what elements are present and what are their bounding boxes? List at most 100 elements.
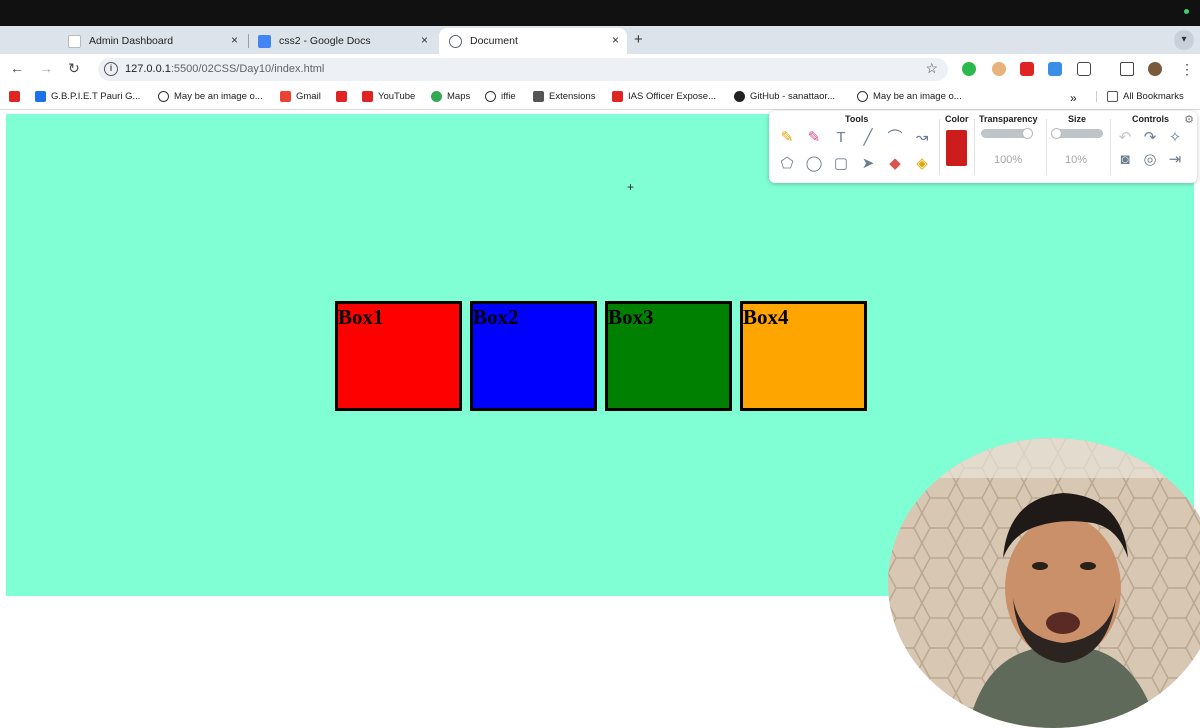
arrow-curve-tool-icon[interactable]: ↝ <box>912 128 932 148</box>
camera-icon[interactable]: ◙ <box>1115 150 1135 170</box>
box-3: Box3 <box>605 301 732 411</box>
recording-indicator-icon <box>1184 9 1189 14</box>
box-1: Box1 <box>335 301 462 411</box>
color-header: Color <box>945 114 969 124</box>
bookmark-item[interactable]: May be an image o... <box>158 91 263 102</box>
redo-icon[interactable]: ↷ <box>1140 128 1160 148</box>
bookmark-item[interactable] <box>336 91 352 102</box>
gbpiet-icon <box>35 91 46 102</box>
google-docs-icon <box>258 34 271 48</box>
tab-title: Document <box>470 35 518 47</box>
close-tab-icon[interactable]: × <box>231 33 238 47</box>
ellipse-tool-icon[interactable]: ◯ <box>804 154 824 174</box>
transparency-header: Transparency <box>979 114 1038 124</box>
settings-gear-icon[interactable]: ⚙ <box>1184 113 1194 126</box>
select-pointer-icon[interactable]: ➤ <box>858 154 878 174</box>
tab-title: Admin Dashboard <box>89 35 174 47</box>
presenter-video-image <box>888 438 1200 728</box>
extension-blue-icon[interactable] <box>1048 62 1062 76</box>
profile-avatar[interactable] <box>1148 62 1162 76</box>
site-info-icon[interactable]: i <box>104 62 118 76</box>
webcam-overlay <box>888 438 1200 728</box>
bookmark-item[interactable]: G.B.P.I.E.T Pauri G... <box>35 91 140 102</box>
youtube-icon <box>336 91 347 102</box>
maps-icon <box>431 91 442 102</box>
crosshair-cursor-icon: + <box>627 180 635 194</box>
tab-document[interactable]: Document × <box>439 28 627 54</box>
puzzle-icon <box>533 91 544 102</box>
page-favicon-icon <box>68 34 81 48</box>
size-slider[interactable] <box>1051 128 1103 139</box>
box-label: Box1 <box>338 305 384 329</box>
address-bar[interactable]: i 127.0.0.1:5500/02CSS/Day10/index.html … <box>98 58 948 81</box>
globe-icon <box>485 91 496 102</box>
all-bookmarks-button[interactable]: All Bookmarks <box>1096 91 1184 102</box>
bookmarks-overflow-button[interactable]: » <box>1070 91 1077 105</box>
globe-icon <box>857 91 868 102</box>
toolbar-divider <box>974 119 975 175</box>
extension-record-icon[interactable] <box>1020 62 1034 76</box>
bookmark-star-icon[interactable]: ☆ <box>925 60 938 77</box>
url-text[interactable]: 127.0.0.1:5500/02CSS/Day10/index.html <box>125 63 324 75</box>
youtube-icon <box>362 91 373 102</box>
clear-all-icon[interactable]: ✧ <box>1165 128 1185 148</box>
extensions-puzzle-icon[interactable] <box>1077 62 1091 76</box>
transparency-value: 100% <box>994 154 1023 166</box>
youtube-icon <box>9 91 20 102</box>
reload-icon[interactable]: ↻ <box>68 60 80 77</box>
extension-check-icon[interactable] <box>962 62 976 76</box>
toolbar-divider <box>1110 119 1111 175</box>
text-tool-icon[interactable]: T <box>831 128 851 148</box>
back-arrow-icon[interactable]: ← <box>10 60 24 76</box>
tab-google-docs[interactable]: css2 - Google Docs × <box>248 28 436 54</box>
bookmark-item[interactable]: May be an image o... <box>857 91 962 102</box>
gmail-icon <box>280 91 291 102</box>
close-tab-icon[interactable]: × <box>421 33 428 47</box>
curve-tool-icon[interactable]: ⌒ <box>885 128 905 148</box>
bookmark-item[interactable]: Extensions <box>533 91 595 102</box>
bookmark-item[interactable]: iffie <box>485 91 516 102</box>
box-label: Box3 <box>608 305 654 329</box>
os-top-bar <box>0 0 1200 26</box>
annotation-toolbar: Tools Color Transparency Size Controls ⚙… <box>769 111 1197 183</box>
bookmark-item[interactable]: GitHub - sanattaor... <box>734 91 835 102</box>
globe-icon <box>449 34 462 48</box>
bookmark-item[interactable]: IAS Officer Expose... <box>612 91 716 102</box>
tab-search-chevron-icon[interactable]: ▾ <box>1174 30 1194 50</box>
close-tab-icon[interactable]: × <box>612 33 619 47</box>
menu-kebab-icon[interactable]: ⋮ <box>1180 61 1194 78</box>
new-tab-button[interactable]: + <box>634 31 643 48</box>
extension-face-icon[interactable] <box>992 62 1006 76</box>
tab-title: css2 - Google Docs <box>279 35 371 47</box>
forward-arrow-icon[interactable]: → <box>39 60 53 76</box>
selected-color-swatch[interactable] <box>946 130 967 166</box>
eraser-icon[interactable]: ◆ <box>885 154 905 174</box>
tab-strip: Admin Dashboard × css2 - Google Docs × D… <box>0 26 1200 54</box>
bookmark-item[interactable]: Maps <box>431 91 470 102</box>
polygon-tool-icon[interactable]: ⬠ <box>777 154 797 174</box>
transparency-slider[interactable] <box>981 128 1033 139</box>
youtube-icon <box>612 91 623 102</box>
size-value: 10% <box>1065 154 1088 166</box>
media-controls-icon[interactable] <box>1120 62 1134 76</box>
bookmarks-bar: G.B.P.I.E.T Pauri G... May be an image o… <box>0 85 1200 110</box>
rectangle-tool-icon[interactable]: ▢ <box>831 154 851 174</box>
hide-eye-icon[interactable]: ◎ <box>1140 150 1160 170</box>
exit-icon[interactable]: ⇥ <box>1165 150 1185 170</box>
size-header: Size <box>1068 114 1087 124</box>
tools-header: Tools <box>845 114 869 124</box>
slider-knob[interactable] <box>1051 128 1062 139</box>
slider-knob[interactable] <box>1022 128 1033 139</box>
tab-admin-dashboard[interactable]: Admin Dashboard × <box>58 28 246 54</box>
pencil-icon[interactable]: ✎ <box>777 128 797 148</box>
highlighter-icon[interactable]: ✎ <box>804 128 824 148</box>
folder-icon <box>1107 91 1118 102</box>
fill-bucket-icon[interactable]: ◈ <box>912 154 932 174</box>
bookmark-item[interactable] <box>9 91 25 102</box>
box-2: Box2 <box>470 301 597 411</box>
line-tool-icon[interactable]: ╱ <box>858 128 878 148</box>
undo-icon[interactable]: ↶ <box>1115 128 1135 148</box>
box-label: Box2 <box>473 305 519 329</box>
bookmark-item[interactable]: YouTube <box>362 91 415 102</box>
bookmark-item[interactable]: Gmail <box>280 91 321 102</box>
